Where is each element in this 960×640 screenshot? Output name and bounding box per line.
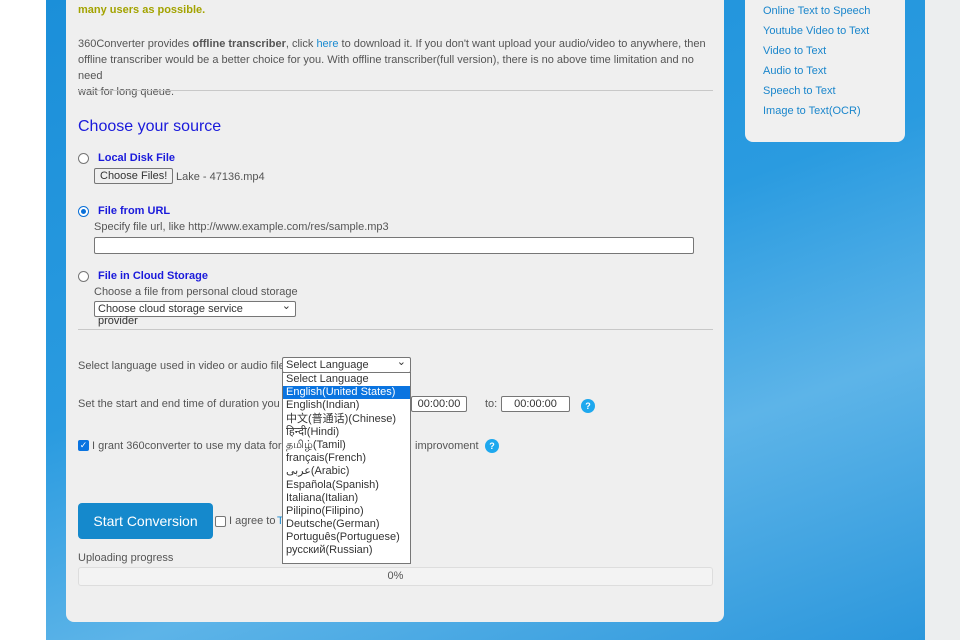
url-hint: Specify file url, like http://www.exampl… [94,221,389,233]
section-heading: Choose your source [78,118,222,135]
file-from-url-radio[interactable] [78,206,89,217]
sidebar-link-youtube-video-to-text[interactable]: Youtube Video to Text [763,25,869,37]
language-option[interactable]: தமிழ்(Tamil) [283,439,410,452]
text: 360Converter provides [78,38,193,50]
local-disk-label[interactable]: Local Disk File [98,152,175,164]
cloud-storage-label[interactable]: File in Cloud Storage [98,270,208,282]
language-option[interactable]: Pilipino(Filipino) [283,505,410,518]
language-option[interactable]: English(Indian) [283,399,410,412]
file-from-url-label[interactable]: File from URL [98,205,170,217]
sidebar-link-speech-to-text[interactable]: Speech to Text [763,85,836,97]
grant-label-tail: improvoment [415,440,479,452]
download-here-link[interactable]: here [316,38,338,50]
sidebar-link-video-to-text[interactable]: Video to Text [763,45,826,57]
language-option[interactable]: Português(Portuguese) [283,531,410,544]
sidebar-link-image-to-text[interactable]: Image to Text(OCR) [763,105,861,117]
choose-files-button[interactable]: Choose Files! [94,168,174,184]
divider [78,90,713,91]
divider [78,329,713,330]
selected-file-name: Lake - 47136.mp4 [176,171,265,183]
language-dropdown-list[interactable]: Select Language English(United States) Eng… [282,372,411,564]
language-option[interactable]: Select Language [283,373,410,386]
local-disk-radio[interactable] [78,153,89,164]
cloud-storage-radio[interactable] [78,271,89,282]
sidebar-link-audio-to-text[interactable]: Audio to Text [763,65,826,77]
to-label: to: [485,398,498,410]
help-icon[interactable]: ? [581,399,595,413]
progress-label: Uploading progress [78,552,174,564]
start-conversion-button[interactable]: Start Conversion [78,503,213,539]
sidebar-panel: Online Text to Speech Youtube Video to T… [745,0,905,142]
language-option[interactable]: 中文(普通话)(Chinese) [283,413,410,426]
cloud-hint: Choose a file from personal cloud storag… [94,286,298,298]
grant-label: I grant 360converter to use my data for … [92,440,288,452]
highlight-text: many users as possible. [78,4,206,16]
grant-checkbox[interactable]: ✓ [78,440,89,451]
text: offline transcriber would be a better ch… [78,54,694,82]
language-option[interactable]: русский(Russian) [283,544,410,557]
agree-checkbox[interactable] [215,516,226,527]
language-option[interactable]: English(United States) [283,386,410,400]
right-margin [925,0,960,640]
help-icon[interactable]: ? [485,439,499,453]
cloud-provider-select[interactable]: Choose cloud storage service provider [94,299,296,327]
text: , click [285,38,317,50]
start-time-input[interactable]: 00:00:00 [411,396,467,412]
language-option[interactable]: Española(Spanish) [283,479,410,492]
language-option[interactable]: हिन्दी(Hindi) [283,426,410,439]
text: wait for long queue. [78,86,175,98]
duration-label: Set the start and end time of duration y… [78,398,291,410]
progress-value: 0% [387,570,404,582]
text: to download it. If you don't want upload… [338,38,706,50]
upload-progress-bar: 0% [78,567,713,586]
sidebar-link-online-text-to-speech[interactable]: Online Text to Speech [763,5,870,17]
language-select[interactable]: Select Language [282,355,411,373]
language-label: Select language used in video or audio f… [78,360,285,372]
language-option[interactable]: Italiana(Italian) [283,492,410,505]
bold-text: offline transcriber [192,38,286,50]
agree-label: I agree to [229,515,276,527]
language-option[interactable]: français(French) [283,452,410,465]
language-option[interactable]: Deutsche(German) [283,518,410,531]
url-input[interactable] [94,237,694,254]
end-time-input[interactable]: 00:00:00 [501,396,570,412]
language-option[interactable]: عربى(Arabic) [283,465,410,478]
